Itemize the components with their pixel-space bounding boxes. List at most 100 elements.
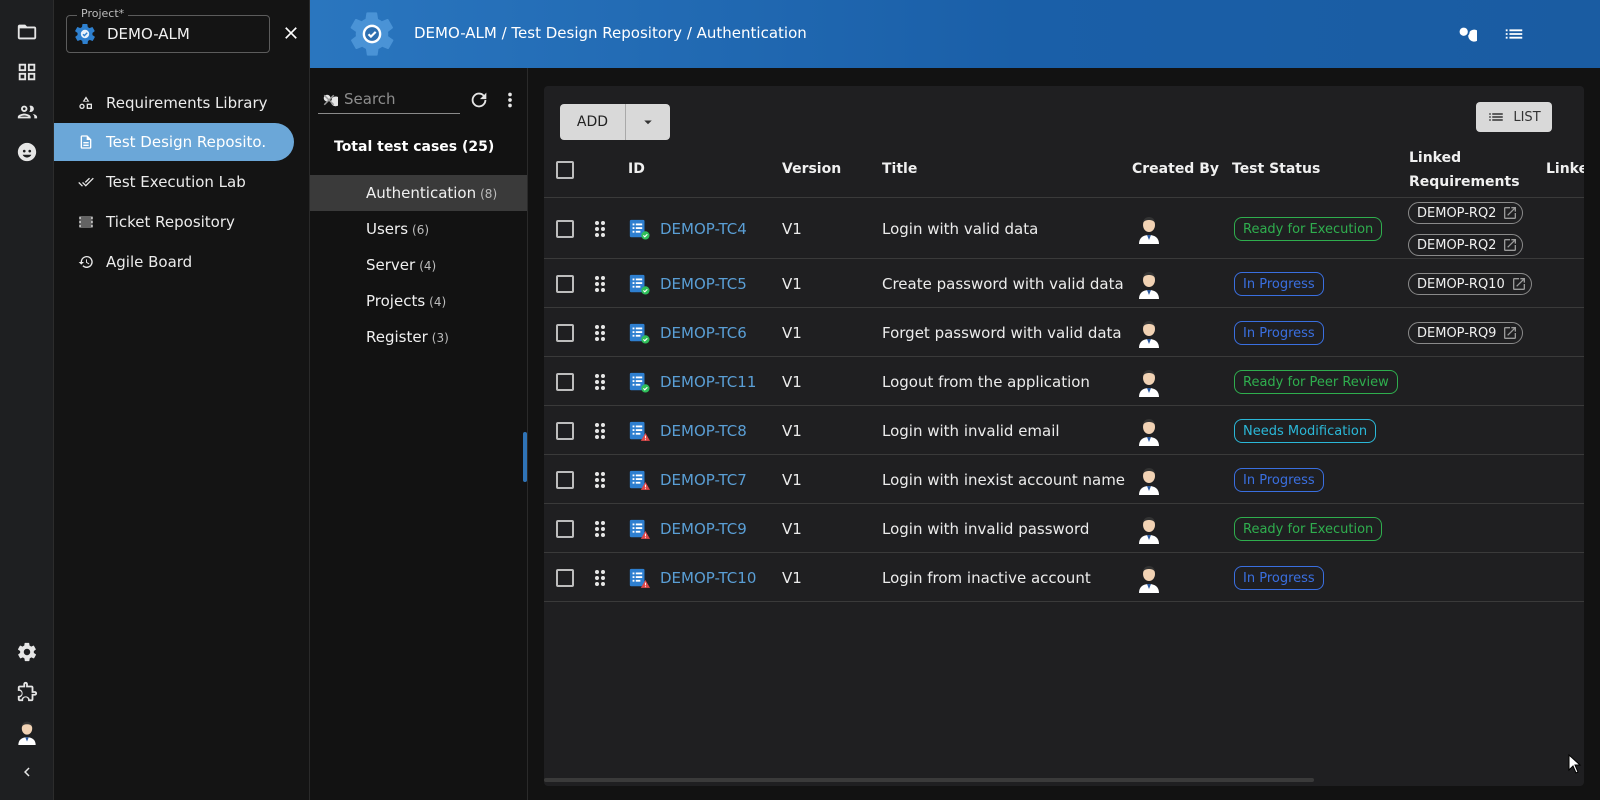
test-case-id-link[interactable]: DEMOP-TC6 [660,324,747,342]
test-case-id-link[interactable]: DEMOP-TC5 [660,275,747,293]
drag-handle-icon[interactable] [593,470,607,490]
test-case-id-link[interactable]: DEMOP-TC8 [660,422,747,440]
dashboard-icon[interactable] [0,52,54,92]
open-in-new-icon[interactable] [1511,276,1527,292]
drag-handle-icon[interactable] [593,372,607,392]
row-checkbox[interactable] [556,520,574,538]
nav-test-execution-lab[interactable]: Test Execution Lab [54,163,294,201]
header-created-by[interactable]: Created By [1132,161,1219,177]
list-menu-icon[interactable] [1500,20,1528,48]
list-view-button[interactable]: LIST [1476,102,1552,132]
gear-icon[interactable] [0,632,54,672]
header-title[interactable]: Title [882,161,917,177]
header-linked-requirements-line2[interactable]: Requirements [1409,174,1520,190]
creator-avatar [1139,321,1159,348]
table-row[interactable]: DEMOP-TC10 V1 Login from inactive account I… [544,553,1584,602]
row-checkbox[interactable] [556,422,574,440]
double-check-icon [78,177,94,187]
creator-avatar [1139,517,1159,544]
linked-requirement-chip[interactable]: DEMOP-RQ2 [1408,234,1524,256]
mouse-cursor-icon [1568,754,1582,774]
chevron-left-icon[interactable] [0,752,54,792]
row-checkbox[interactable] [556,275,574,293]
folder-count: (4) [419,259,437,273]
drag-handle-icon[interactable] [593,421,607,441]
drag-handle-icon[interactable] [593,519,607,539]
table-row[interactable]: DEMOP-TC7 V1 Login with inexist account na… [544,455,1584,504]
header-id[interactable]: ID [628,161,645,177]
folder-name: Authentication [366,184,477,202]
drag-handle-icon[interactable] [593,568,607,588]
table-row[interactable]: DEMOP-TC6 V1 Forget password with valid da… [544,308,1584,357]
panel-resize-handle[interactable] [523,432,527,482]
clear-icon[interactable] [320,91,338,109]
linked-requirement-chip[interactable]: DEMOP-RQ2 [1408,202,1524,224]
status-badge: In Progress [1234,272,1324,296]
folder-users[interactable]: Users (6) [310,211,527,247]
open-in-new-icon[interactable] [1502,325,1518,341]
test-case-id-link[interactable]: DEMOP-TC10 [660,569,756,587]
open-in-new-icon[interactable] [1502,237,1518,253]
folder-icon[interactable] [0,12,54,52]
folder-server[interactable]: Server (4) [310,247,527,283]
user-avatar[interactable] [0,712,54,752]
people-icon[interactable] [0,92,54,132]
folder-register[interactable]: Register (3) [310,319,527,355]
project-select[interactable]: Project* DEMO-ALM [66,7,270,53]
search-input[interactable] [344,88,434,110]
puzzle-icon[interactable] [0,672,54,712]
status-badge: Ready for Execution [1234,217,1383,241]
table-row[interactable]: DEMOP-TC5 V1 Create password with valid da… [544,259,1584,308]
header-linked-requirements-line1[interactable]: Linked [1409,150,1461,166]
add-button[interactable]: ADD [560,104,626,140]
document-icon [80,135,92,149]
row-checkbox[interactable] [556,220,574,238]
test-case-id-link[interactable]: DEMOP-TC4 [660,220,747,238]
version-cell: V1 [782,471,802,489]
folder-authentication[interactable]: Authentication (8) [310,175,527,211]
header-linked-more[interactable]: Linke [1546,161,1584,177]
table-row[interactable]: DEMOP-TC8 V1 Login with invalid email Needs… [544,406,1584,455]
test-case-id-link[interactable]: DEMOP-TC7 [660,471,747,489]
folder-projects[interactable]: Projects (4) [310,283,527,319]
drag-handle-icon[interactable] [593,323,607,343]
app-logo-icon [350,12,394,56]
nav-agile-board[interactable]: Agile Board [54,243,294,281]
row-checkbox[interactable] [556,324,574,342]
face-icon[interactable] [0,132,54,172]
drag-handle-icon[interactable] [593,219,607,239]
linked-requirement-chip[interactable]: DEMOP-RQ10 [1408,273,1532,295]
folder-count: (3) [431,331,449,345]
select-all-checkbox[interactable] [556,161,574,179]
test-case-icon [629,421,650,441]
linked-requirement-chip[interactable]: DEMOP-RQ9 [1408,322,1524,344]
header-version[interactable]: Version [782,161,841,177]
open-in-new-icon[interactable] [1502,205,1518,221]
table-row[interactable]: DEMOP-TC4 V1 Login with valid data Ready fo… [544,198,1584,259]
close-icon[interactable] [280,22,302,44]
header-test-status[interactable]: Test Status [1232,161,1320,177]
row-checkbox[interactable] [556,471,574,489]
row-checkbox[interactable] [556,569,574,587]
linked-requirement-id: DEMOP-RQ10 [1417,276,1505,292]
version-cell: V1 [782,422,802,440]
add-dropdown-button[interactable] [626,104,670,140]
row-checkbox[interactable] [556,373,574,391]
nav-label: Requirements Library [106,94,268,112]
more-vert-icon[interactable] [498,88,522,112]
table-row[interactable]: DEMOP-TC11 V1 Logout from the application R… [544,357,1584,406]
test-case-icon [629,274,650,295]
search-icon[interactable] [1452,20,1480,48]
refresh-icon[interactable] [467,88,491,112]
folder-count: (8) [480,187,498,201]
test-case-icon [629,519,650,539]
table-row[interactable]: DEMOP-TC9 V1 Login with invalid password Re… [544,504,1584,553]
nav-test-design-repository[interactable]: Test Design Reposito. [54,123,294,161]
status-badge: In Progress [1234,321,1324,345]
drag-handle-icon[interactable] [593,274,607,294]
nav-ticket-repository[interactable]: Ticket Repository [54,203,294,241]
test-case-id-link[interactable]: DEMOP-TC11 [660,373,756,391]
horizontal-scrollbar[interactable] [544,778,1314,782]
nav-requirements-library[interactable]: Requirements Library [54,84,294,122]
test-case-id-link[interactable]: DEMOP-TC9 [660,520,747,538]
